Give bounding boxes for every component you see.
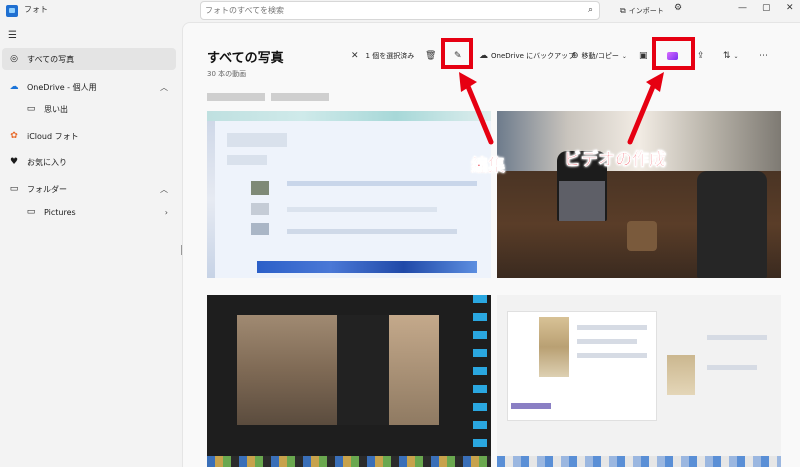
sidebar-item-label: iCloud フォト	[27, 131, 79, 141]
cloud-upload-icon: ☁	[479, 51, 488, 61]
sidebar-item-label: フォルダー	[27, 184, 67, 194]
sort-icon: ⇅	[723, 51, 731, 61]
item-count: 30 本の動画	[207, 70, 247, 78]
create-video-annotation-label: ビデオの作成	[564, 150, 667, 171]
onedrive-backup-button[interactable]: ☁ OneDrive にバックアップ	[479, 47, 575, 65]
sidebar-item-label: 思い出	[44, 104, 68, 114]
chevron-right-icon[interactable]: ›	[165, 208, 168, 217]
close-icon: ✕	[351, 51, 359, 61]
more-options-button[interactable]: ⋯	[759, 47, 768, 65]
chevron-down-icon: ⌄	[733, 52, 739, 60]
sort-button[interactable]: ⇅ ⌄	[723, 47, 739, 65]
chevron-up-icon[interactable]: ︿	[160, 82, 168, 93]
search-icon[interactable]: ⌕	[588, 5, 593, 15]
heart-icon: ♥	[9, 157, 19, 167]
slideshow-button[interactable]: ▣	[639, 47, 648, 65]
import-label: インポート	[628, 7, 664, 15]
move-copy-label: 移動/コピー	[581, 52, 619, 60]
onedrive-icon: ☁	[9, 82, 19, 92]
move-copy-button[interactable]: ⊕ 移動/コピー ⌄	[571, 47, 627, 65]
photos-icon: ◎	[10, 54, 18, 64]
maximize-icon[interactable]: ▢	[762, 3, 771, 13]
sidebar-item-onedrive[interactable]: ☁ OneDrive - 個人用 ︿	[2, 76, 176, 98]
app-title: フォト	[24, 5, 48, 14]
sidebar-item-icloud[interactable]: ✿ iCloud フォト	[2, 125, 176, 147]
photo-thumbnail[interactable]	[497, 295, 781, 467]
minimize-icon[interactable]: —	[738, 3, 747, 13]
memories-icon: ▭	[26, 104, 36, 114]
photo-thumbnail[interactable]	[207, 111, 491, 278]
sidebar-item-pictures[interactable]: ▭ Pictures ›	[2, 201, 176, 223]
group-date-label	[207, 93, 265, 101]
page-title: すべての写真	[207, 51, 284, 66]
delete-button[interactable]: 🗑	[425, 47, 436, 65]
trash-icon: 🗑	[425, 51, 437, 61]
sidebar-item-label: Pictures	[44, 207, 76, 217]
edit-arrow-icon	[459, 72, 494, 145]
chevron-up-icon[interactable]: ︿	[160, 184, 168, 195]
edit-highlight-box	[441, 38, 473, 69]
sidebar-item-label: お気に入り	[27, 157, 67, 167]
selected-count: 1 個を選択済み	[365, 52, 415, 60]
create-video-arrow-icon	[627, 72, 664, 145]
share-button[interactable]: ⇪	[697, 47, 705, 65]
menu-icon[interactable]: ☰	[8, 30, 17, 41]
slideshow-icon: ▣	[639, 51, 648, 61]
import-icon: ⧉	[620, 6, 626, 15]
sidebar-item-folders[interactable]: ▭ フォルダー ︿	[2, 178, 176, 200]
search-input[interactable]: フォトのすべてを検索	[205, 5, 284, 16]
gear-icon[interactable]: ⚙	[674, 3, 682, 13]
edit-annotation-label: 編集	[471, 156, 506, 177]
import-button[interactable]: ⧉ インポート	[616, 3, 668, 19]
deselect-button[interactable]: ✕ 1 個を選択済み	[351, 47, 414, 65]
group-location-label	[271, 93, 329, 101]
title-bar: フォト フォトのすべてを検索 ⌕ ⧉ インポート ⚙ — ▢ ✕	[0, 0, 800, 22]
sidebar-item-all-photos[interactable]: ◎ すべての写真	[2, 48, 176, 70]
create-video-highlight-box	[652, 37, 695, 70]
folder-icon: ▭	[26, 207, 36, 217]
icloud-icon: ✿	[10, 131, 18, 141]
close-icon[interactable]: ✕	[786, 3, 794, 13]
onedrive-backup-label: OneDrive にバックアップ	[491, 52, 576, 60]
sidebar-item-label: OneDrive - 個人用	[27, 82, 97, 92]
photo-thumbnail[interactable]	[207, 295, 491, 467]
folder-icon: ▭	[9, 184, 19, 194]
sidebar-item-memories[interactable]: ▭ 思い出	[2, 98, 176, 120]
sidebar: ☰ ◎ すべての写真 ☁ OneDrive - 個人用 ︿ ▭ 思い出 ✿ iC…	[0, 22, 179, 467]
photos-app-icon	[6, 5, 18, 17]
search-box[interactable]: フォトのすべてを検索 ⌕	[200, 1, 600, 20]
more-icon: ⋯	[759, 51, 768, 61]
sidebar-item-label: すべての写真	[27, 54, 75, 64]
move-icon: ⊕	[571, 51, 579, 61]
sidebar-item-favorites[interactable]: ♥ お気に入り	[2, 151, 176, 173]
share-icon: ⇪	[697, 51, 705, 61]
chevron-down-icon: ⌄	[621, 52, 627, 60]
